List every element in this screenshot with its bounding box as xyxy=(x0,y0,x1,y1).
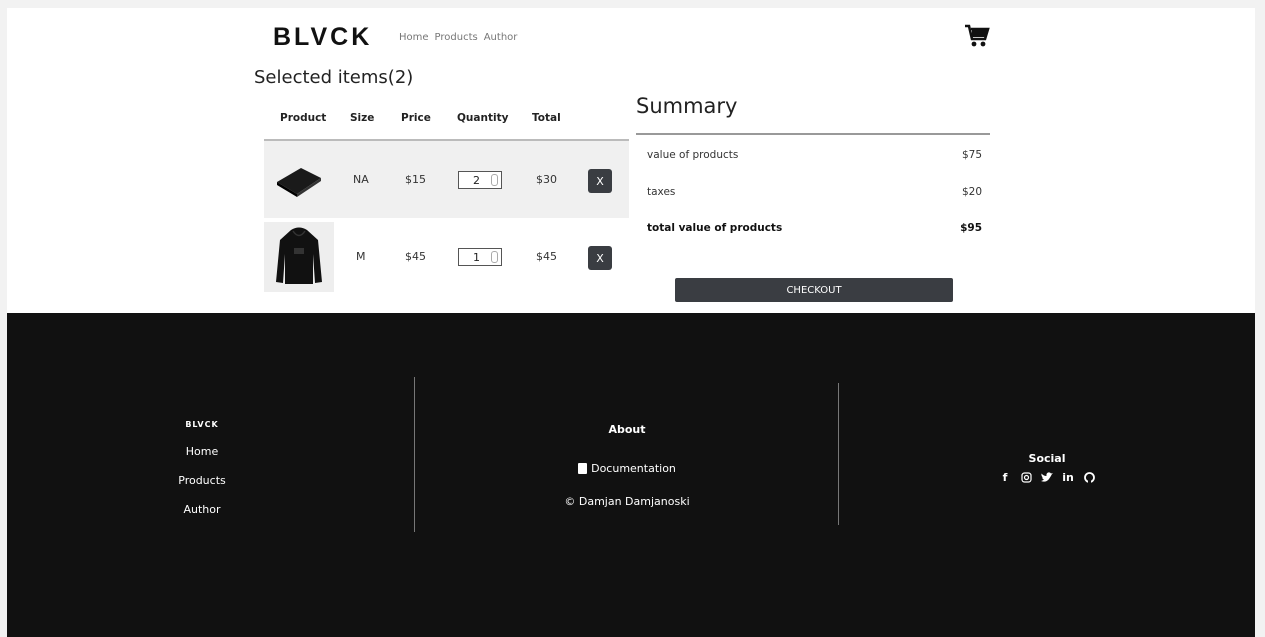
table-row: M $45 1 $45 X xyxy=(264,218,629,295)
table-header: Product Size Price Quantity Total xyxy=(264,105,629,141)
checkout-button[interactable]: CHECKOUT xyxy=(675,278,953,302)
main-nav: Home Products Author xyxy=(399,32,517,43)
quantity-stepper[interactable] xyxy=(491,174,498,186)
item-size: NA xyxy=(353,173,369,186)
summary-taxes: $20 xyxy=(961,186,982,198)
product-image-box xyxy=(264,145,334,215)
footer-link-home[interactable]: Home xyxy=(157,445,247,458)
remove-item-button[interactable]: X xyxy=(588,169,612,193)
selected-items-title: Selected items(2) xyxy=(254,67,414,88)
footer: BLVCK Home Products Author About Documen… xyxy=(7,313,1255,637)
col-size: Size xyxy=(350,112,375,124)
item-price: $45 xyxy=(405,250,426,263)
item-size: M xyxy=(356,250,366,263)
footer-divider xyxy=(838,383,839,525)
facebook-icon[interactable]: f xyxy=(999,471,1011,484)
twitter-icon[interactable] xyxy=(1041,471,1053,483)
summary-taxes-label: taxes xyxy=(647,186,676,198)
footer-copyright: © Damjan Damjanoski xyxy=(564,495,690,508)
nav-products[interactable]: Products xyxy=(435,32,478,43)
col-price: Price xyxy=(401,112,431,124)
social-icons: f in xyxy=(992,471,1102,484)
summary-title: Summary xyxy=(636,94,738,118)
footer-divider xyxy=(414,377,415,532)
linkedin-icon[interactable]: in xyxy=(1062,471,1074,484)
github-icon[interactable] xyxy=(1083,471,1095,483)
footer-link-products[interactable]: Products xyxy=(157,474,247,487)
nav-home[interactable]: Home xyxy=(399,32,429,43)
summary-value-row: value of products $75 xyxy=(647,149,982,161)
footer-link-author[interactable]: Author xyxy=(157,503,247,516)
col-quantity: Quantity xyxy=(457,112,509,124)
summary-total-row: total value of products $95 xyxy=(647,222,982,234)
quantity-value: 2 xyxy=(473,173,480,187)
summary-value: $75 xyxy=(961,149,982,161)
product-hoodie-icon xyxy=(276,227,322,284)
logo[interactable]: BLVCK xyxy=(273,23,372,52)
book-icon xyxy=(578,463,588,474)
table-row: NA $15 2 $30 X xyxy=(264,141,629,218)
summary-total-label: total value of products xyxy=(647,222,783,234)
documentation-link[interactable]: Documentation xyxy=(527,462,727,475)
footer-about-title: About xyxy=(608,423,646,436)
page: BLVCK Home Products Author Selected item… xyxy=(7,8,1255,637)
quantity-stepper[interactable] xyxy=(491,251,498,263)
footer-nav: BLVCK Home Products Author xyxy=(157,420,247,516)
quantity-input[interactable]: 2 xyxy=(458,171,502,189)
footer-social: Social f in xyxy=(992,452,1102,484)
documentation-label: Documentation xyxy=(591,462,676,475)
col-total: Total xyxy=(532,112,561,124)
quantity-value: 1 xyxy=(473,250,480,264)
footer-brand[interactable]: BLVCK xyxy=(157,420,247,429)
product-box-icon xyxy=(277,168,321,197)
remove-item-button[interactable]: X xyxy=(588,246,612,270)
summary-value-label: value of products xyxy=(647,149,739,161)
item-total: $45 xyxy=(536,250,557,263)
footer-social-title: Social xyxy=(1028,452,1066,465)
summary-taxes-row: taxes $20 xyxy=(647,186,982,198)
nav-author[interactable]: Author xyxy=(484,32,518,43)
cart-table: Product Size Price Quantity Total NA $15… xyxy=(264,105,629,295)
col-product: Product xyxy=(280,112,327,124)
item-price: $15 xyxy=(405,173,426,186)
cart-icon[interactable] xyxy=(964,24,990,48)
quantity-input[interactable]: 1 xyxy=(458,248,502,266)
instagram-icon[interactable] xyxy=(1020,471,1032,483)
product-image-hoodie xyxy=(264,222,334,292)
summary-divider xyxy=(636,133,990,135)
item-total: $30 xyxy=(536,173,557,186)
summary-total: $95 xyxy=(960,222,982,234)
footer-about: About Documentation © Damjan Damjanoski xyxy=(527,423,727,508)
